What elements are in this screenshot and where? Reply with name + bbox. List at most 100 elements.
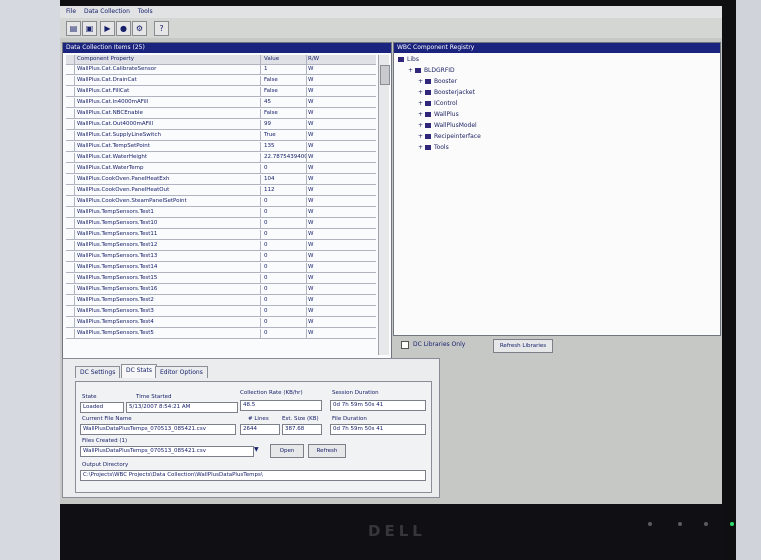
expand-icon[interactable]: + [418,100,425,107]
table-row[interactable]: WallPlus.TempSensors.Test12 0 W [66,241,376,251]
table-row[interactable]: WallPlus.TempSensors.Test13 0 W [66,252,376,262]
table-row[interactable]: WallPlus.TempSensors.Test5 0 W [66,329,376,339]
tree-node[interactable]: + Recipeinterface [418,132,481,142]
stop-icon[interactable]: ● [116,21,131,36]
row-checkbox[interactable] [66,164,75,173]
row-value[interactable]: 0 [262,285,307,294]
row-value[interactable]: 0 [262,318,307,327]
header-component-property[interactable]: Component Property [75,55,261,64]
row-checkbox[interactable] [66,329,75,338]
expand-icon[interactable]: + [418,78,425,85]
row-value[interactable]: 0 [262,230,307,239]
row-checkbox[interactable] [66,274,75,283]
table-row[interactable]: WallPlus.TempSensors.Test1 0 W [66,208,376,218]
table-row[interactable]: WallPlus.Cat.SupplyLineSwitch True W [66,131,376,141]
help-icon[interactable]: ? [154,21,169,36]
menu-tools[interactable]: Tools [138,8,153,15]
row-value[interactable]: 0 [262,252,307,261]
row-value[interactable]: 0 [262,219,307,228]
row-checkbox[interactable] [66,153,75,162]
row-value[interactable]: 45 [262,98,307,107]
table-scrollbar[interactable] [378,55,390,355]
row-value[interactable]: 0 [262,241,307,250]
table-row[interactable]: WallPlus.Cat.NBCEnable False W [66,109,376,119]
table-row[interactable]: WallPlus.TempSensors.Test2 0 W [66,296,376,306]
row-checkbox[interactable] [66,87,75,96]
row-value[interactable]: 0 [262,197,307,206]
table-row[interactable]: WallPlus.TempSensors.Test14 0 W [66,263,376,273]
row-value[interactable]: 99 [262,120,307,129]
tree-node[interactable]: + WallPlus [418,110,459,120]
tree-node[interactable]: Libs [398,55,419,65]
table-row[interactable]: WallPlus.CookOven.PanelHeatOut 112 W [66,186,376,196]
row-checkbox[interactable] [66,208,75,217]
tree-node[interactable]: + Boosterjacket [418,88,475,98]
row-value[interactable]: False [262,109,307,118]
row-checkbox[interactable] [66,65,75,74]
table-row[interactable]: WallPlus.TempSensors.Test15 0 W [66,274,376,284]
row-checkbox[interactable] [66,219,75,228]
expand-icon[interactable]: + [418,144,425,151]
row-checkbox[interactable] [66,175,75,184]
refresh-libraries-button[interactable]: Refresh Libraries [493,339,553,353]
expand-icon[interactable]: + [408,67,415,74]
row-value[interactable]: 135 [262,142,307,151]
menu-data-collection[interactable]: Data Collection [84,8,130,15]
table-row[interactable]: WallPlus.Cat.CalibrateSensor 1 W [66,65,376,75]
row-checkbox[interactable] [66,230,75,239]
settings-icon[interactable]: ⚙ [132,21,147,36]
row-value[interactable]: 0 [262,164,307,173]
row-checkbox[interactable] [66,131,75,140]
row-checkbox[interactable] [66,241,75,250]
table-row[interactable]: WallPlus.TempSensors.Test16 0 W [66,285,376,295]
run-icon[interactable]: ▶ [100,21,115,36]
row-value[interactable]: 0 [262,274,307,283]
table-row[interactable]: WallPlus.Cat.FillCat False W [66,87,376,97]
row-value[interactable]: 1 [262,65,307,74]
tree-node[interactable]: + BLDGRFID [408,66,455,76]
table-row[interactable]: WallPlus.Cat.In4000mAFill 45 W [66,98,376,108]
row-checkbox[interactable] [66,142,75,151]
table-row[interactable]: WallPlus.CookOven.PanelHeatExh 104 W [66,175,376,185]
table-row[interactable]: WallPlus.Cat.DrainCat False W [66,76,376,86]
expand-icon[interactable]: + [418,122,425,129]
tab-dc-settings[interactable]: DC Settings [75,366,121,378]
table-row[interactable]: WallPlus.TempSensors.Test11 0 W [66,230,376,240]
table-row[interactable]: WallPlus.TempSensors.Test3 0 W [66,307,376,317]
row-checkbox[interactable] [66,197,75,206]
header-rw[interactable]: R/W [306,55,328,64]
row-checkbox[interactable] [66,252,75,261]
open-icon[interactable]: ▤ [66,21,81,36]
row-checkbox[interactable] [66,285,75,294]
row-checkbox[interactable] [66,307,75,316]
table-row[interactable]: WallPlus.Cat.Out4000mAFill 99 W [66,120,376,130]
files-created-dropdown[interactable]: WallPlusDataPlusTemps_070513_085421.csv [80,446,254,457]
row-checkbox[interactable] [66,76,75,85]
row-value[interactable]: 0 [262,296,307,305]
menu-file[interactable]: File [66,8,76,15]
refresh-button[interactable]: Refresh [308,444,346,458]
tree-node[interactable]: + IControl [418,99,457,109]
expand-icon[interactable]: + [418,89,425,96]
table-row[interactable]: WallPlus.TempSensors.Test10 0 W [66,219,376,229]
row-value[interactable]: True [262,131,307,140]
row-value[interactable]: 112 [262,186,307,195]
header-value[interactable]: Value [262,55,307,64]
table-row[interactable]: WallPlus.Cat.WaterHeight 22.7875439400 W [66,153,376,163]
expand-icon[interactable]: + [418,111,425,118]
dc-libraries-only-checkbox[interactable] [401,341,409,349]
open-button[interactable]: Open [270,444,304,458]
row-value[interactable]: False [262,76,307,85]
row-value[interactable]: 0 [262,208,307,217]
tab-editor-options[interactable]: Editor Options [155,366,208,378]
expand-icon[interactable]: + [418,133,425,140]
row-value[interactable]: 22.7875439400 [262,153,307,162]
row-checkbox[interactable] [66,296,75,305]
row-value[interactable]: 0 [262,329,307,338]
row-checkbox[interactable] [66,318,75,327]
tree-node[interactable]: + Booster [418,77,457,87]
tree-node[interactable]: + Tools [418,143,449,153]
chevron-down-icon[interactable]: ▼ [254,446,259,453]
save-icon[interactable]: ▣ [82,21,97,36]
table-row[interactable]: WallPlus.CookOven.SteamPanelSetPoint 0 W [66,197,376,207]
